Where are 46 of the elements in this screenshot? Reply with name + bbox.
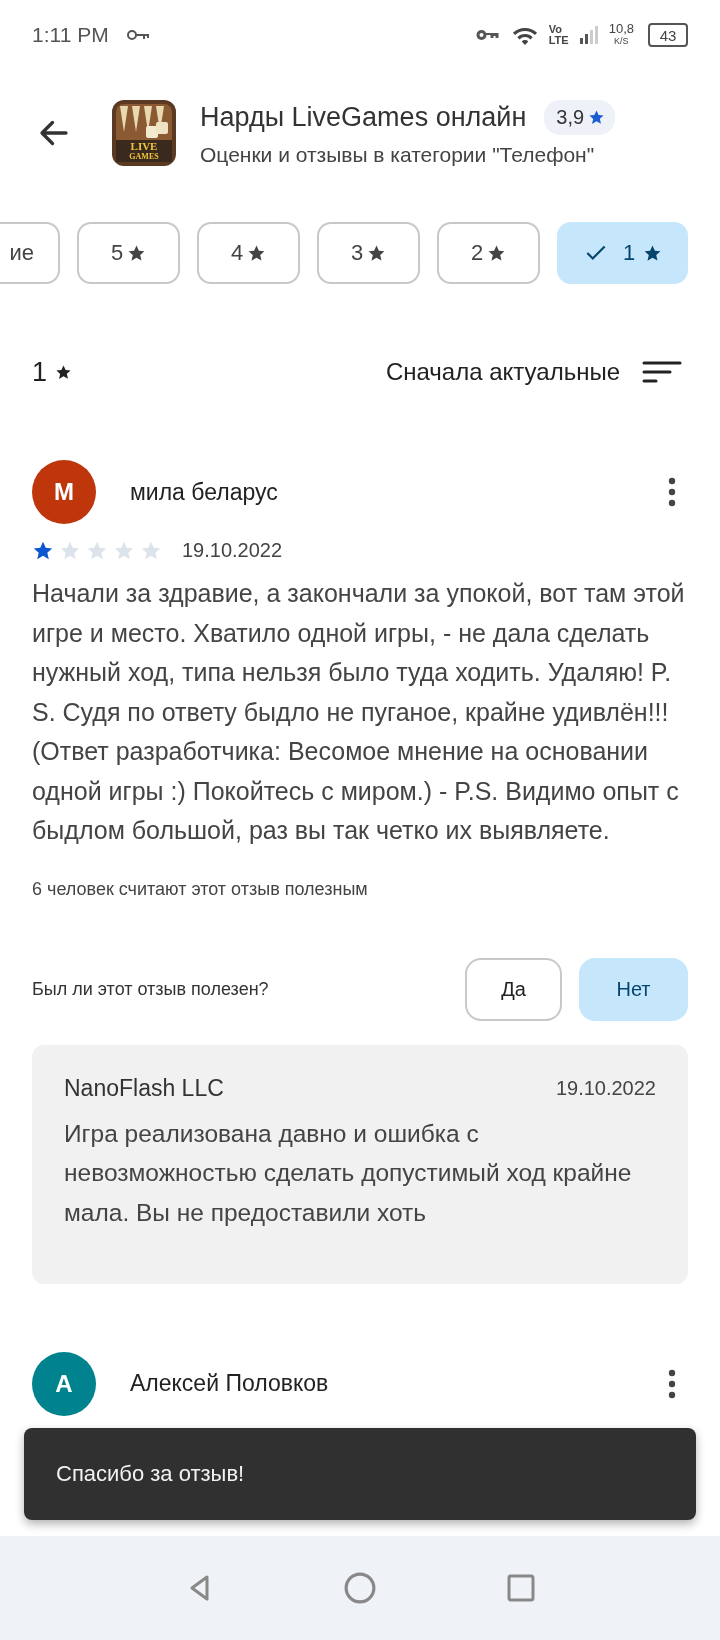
author-name: Алексей Половков: [130, 1370, 329, 1397]
reply-date: 19.10.2022: [555, 1076, 656, 1100]
star-icon: [367, 243, 387, 263]
star-icon: [643, 243, 663, 263]
vote-button[interactable]: Да: [465, 957, 562, 1021]
vote-button[interactable]: Нет: [579, 957, 688, 1021]
star-icon: [247, 243, 267, 263]
author-name: мила беларус: [130, 478, 278, 506]
status-time: 1:11 PM: [32, 23, 109, 47]
more-icon[interactable]: [668, 1368, 676, 1399]
avatar: М: [32, 460, 96, 524]
network-label: LTE: [548, 35, 569, 46]
filter-chip[interactable]: ие: [0, 222, 60, 284]
filter-chip[interactable]: 1: [557, 222, 688, 284]
recents-icon[interactable]: [506, 1574, 535, 1602]
filter-chip[interactable]: 2: [437, 222, 540, 284]
more-icon[interactable]: [668, 477, 676, 507]
star-icon: [127, 243, 147, 263]
filter-chip[interactable]: 4: [197, 222, 300, 284]
speed-unit: K/S: [614, 35, 629, 47]
network-label: Vo: [548, 24, 563, 35]
helpful-question: Был ли этот отзыв полезен?: [32, 978, 269, 1000]
signal-icon: [578, 24, 599, 46]
avatar: А: [32, 1351, 96, 1416]
app-title: Нарды LiveGames онлайн: [200, 101, 527, 133]
key-icon: [124, 27, 151, 43]
network-speed: 10,8: [608, 23, 634, 35]
rating-value: 3,9: [556, 105, 585, 129]
review-date: 19.10.2022: [182, 539, 283, 562]
filter-chip[interactable]: 5: [77, 222, 180, 284]
star-icon: [588, 108, 606, 126]
subtitle: Оценки и отзывы в категории "Телефон": [200, 142, 596, 167]
snackbar-message: Спасибо за отзыв!: [56, 1461, 245, 1487]
sort-icon: [642, 361, 682, 383]
rating-filter: 1: [32, 356, 48, 388]
star-icon: [55, 363, 73, 381]
star-icon: [487, 243, 507, 263]
sort-label[interactable]: Сначала актуальные: [385, 358, 620, 386]
developer-name: NanoFlash LLC: [64, 1074, 224, 1102]
app-icon: LIVE GAMES: [112, 100, 176, 166]
filter-chip[interactable]: 3: [317, 222, 420, 284]
home-icon[interactable]: [344, 1572, 376, 1604]
review-text: Начали за здравие, а закончали за упокой, вот там этой игре и место. Хватило одной игры, - не дала сделать нужный ход, типа нельзя было туда ходить. Удаляю! P. S. Судя по ответу быдло не пуганое, крайне удивлён!!! (Ответ разработчика: Весомое мнение на основании одной игры :) Покойтесь с миром.) - P.S. Видимо опыт с быдлом большой, раз вы так четко их выявляете.: [32, 578, 686, 846]
helpful-count: 6 человек считают этот отзыв полезным: [32, 878, 369, 900]
battery-level: 43: [659, 26, 677, 44]
reply-text: Игра реализована давно и ошибка с невозможностью сделать допустимый ход крайне мала. Вы не предоставили хоть: [64, 1118, 633, 1228]
